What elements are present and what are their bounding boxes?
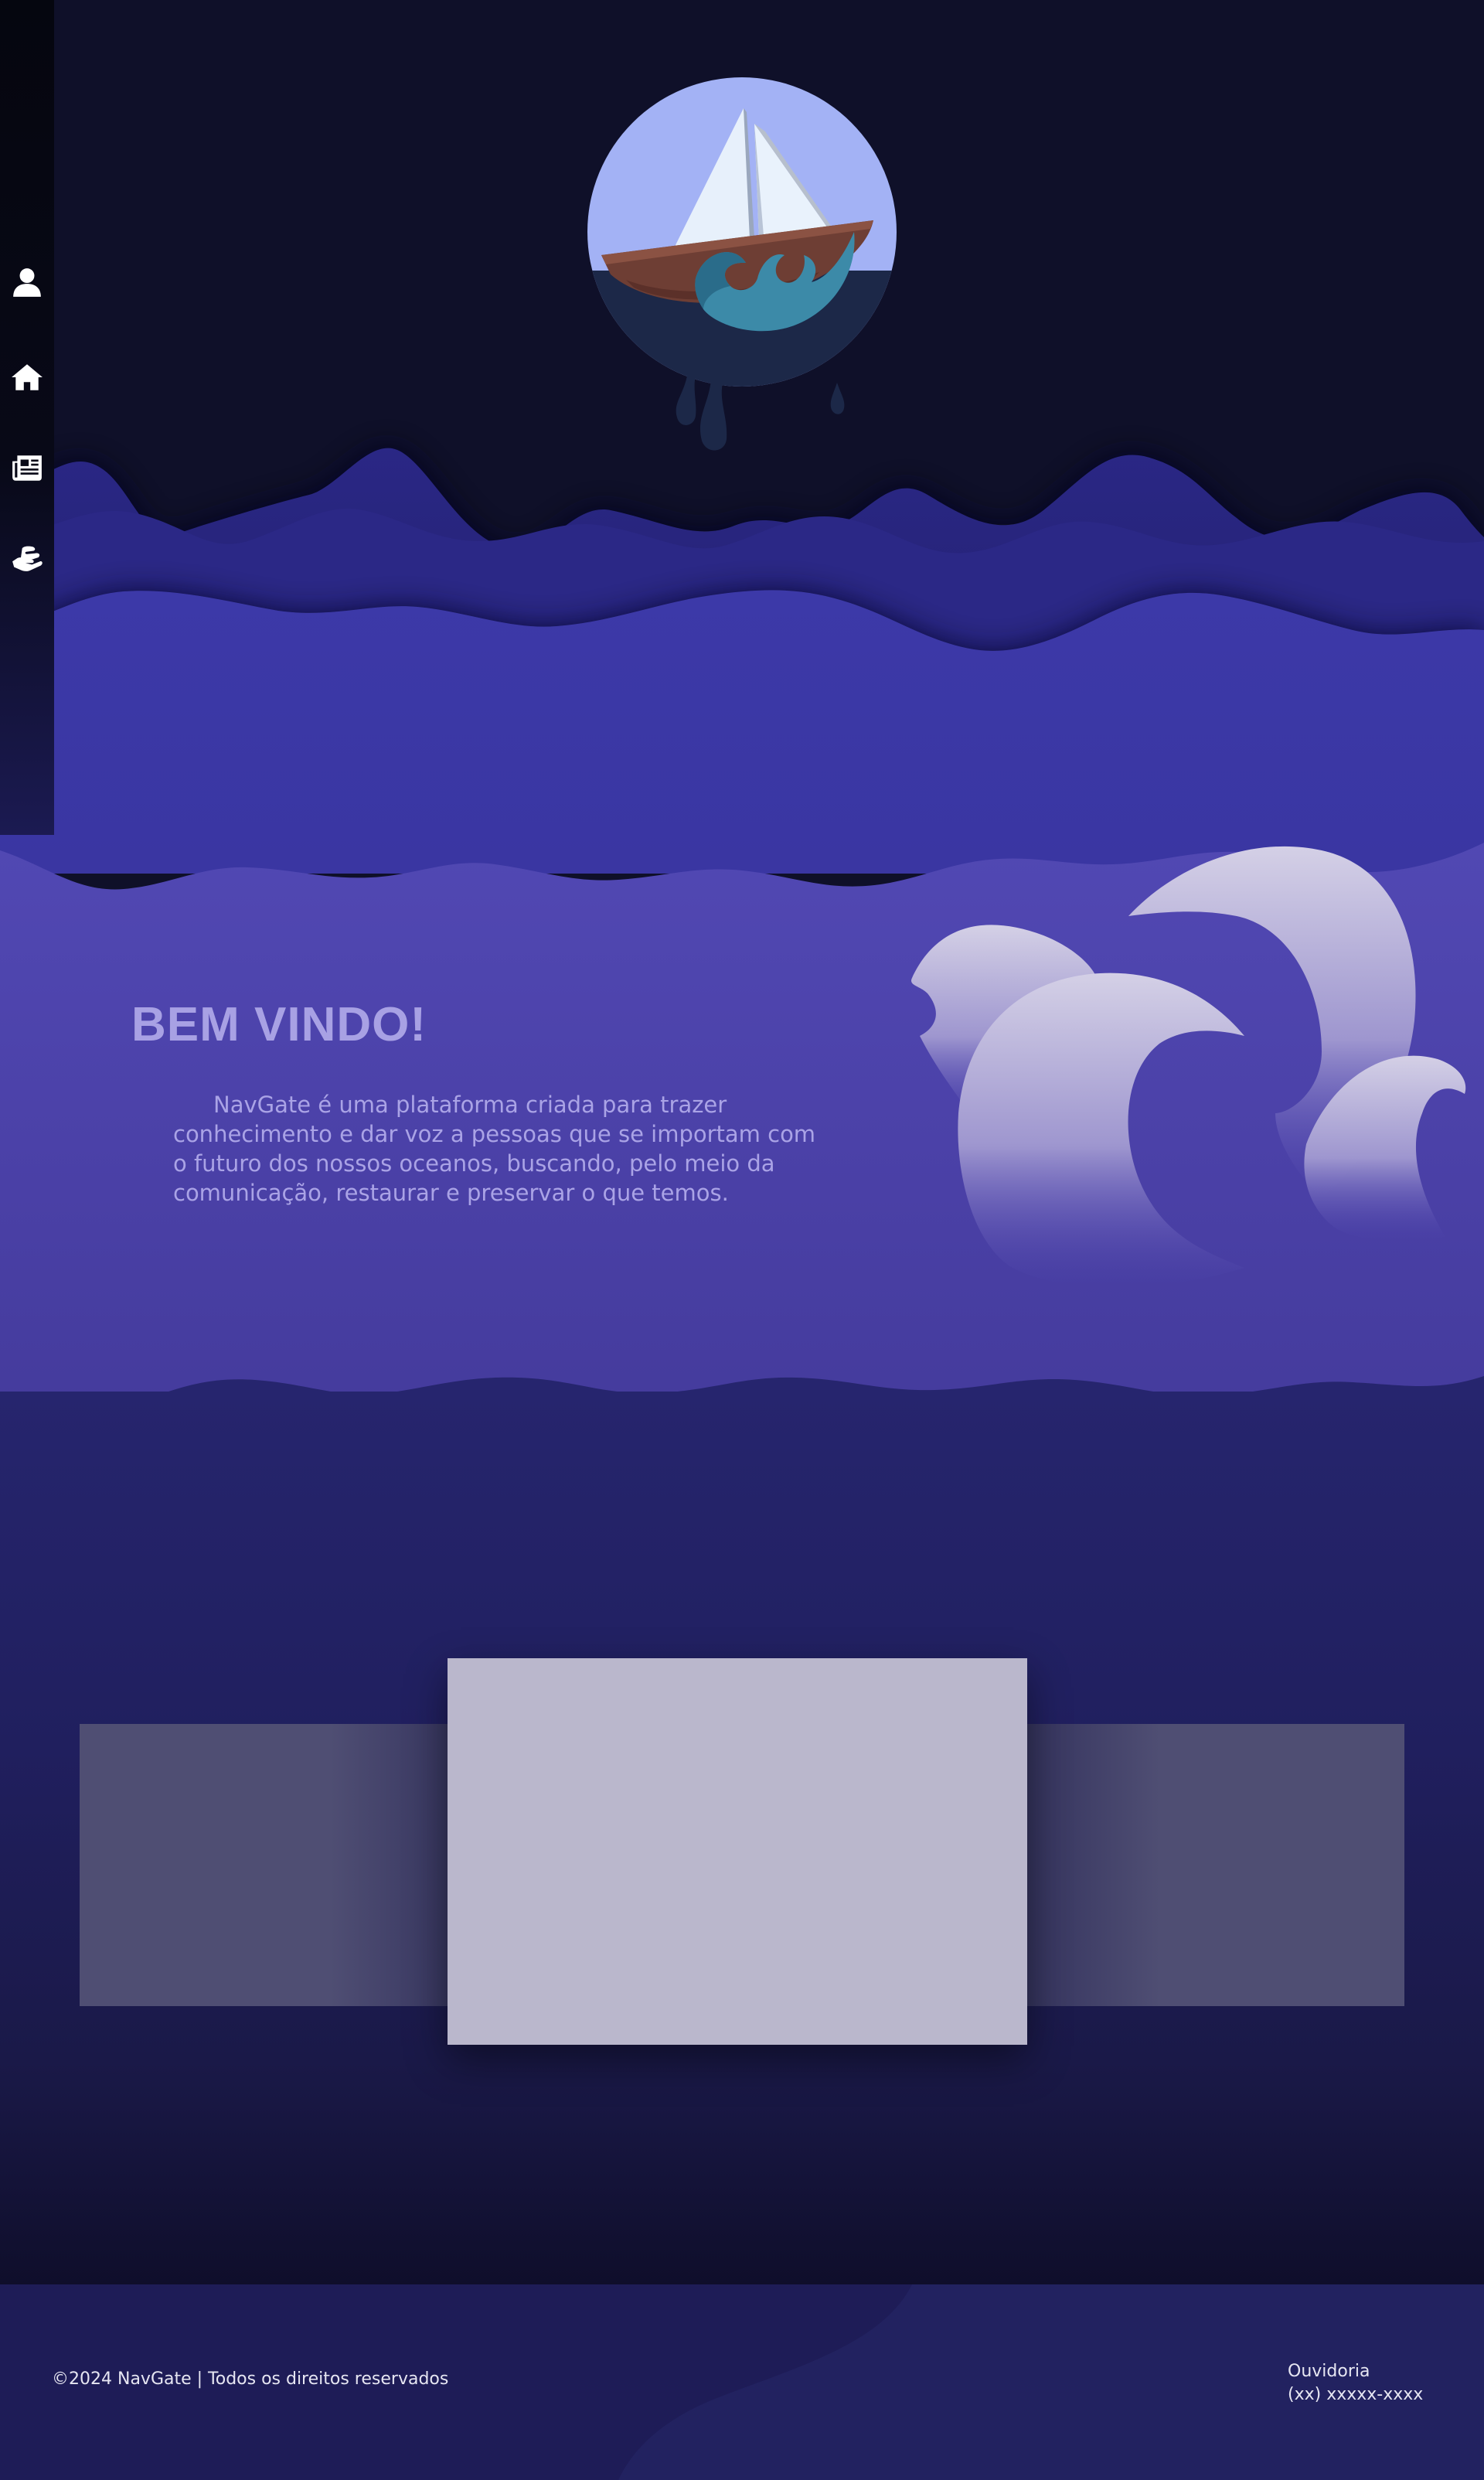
carousel-slide-right[interactable] [997, 1724, 1404, 2006]
welcome-section: BEM VINDO! NavGate é uma plataforma cria… [0, 835, 1484, 1438]
user-icon [13, 268, 41, 297]
ouvidoria-phone[interactable]: (xx) xxxxx-xxxx [1288, 2383, 1423, 2407]
footer: ©2024 NavGate | Todos os direitos reserv… [0, 2284, 1484, 2480]
sailboat-logo [580, 77, 904, 456]
home-icon [12, 364, 43, 390]
welcome-description: NavGate é uma plataforma criada para tra… [173, 1092, 816, 1206]
carousel-section [0, 1392, 1484, 2284]
hand-holding-icon [12, 546, 43, 571]
ouvidoria-contact: Ouvidoria (xx) xxxxx-xxxx [1288, 2360, 1423, 2407]
sidebar-item-profile[interactable] [0, 255, 54, 309]
ouvidoria-label: Ouvidoria [1288, 2362, 1370, 2381]
hero-section [0, 0, 1484, 874]
carousel-slide-center[interactable] [448, 1658, 1027, 2045]
welcome-title: BEM VINDO! [131, 998, 427, 1051]
sidebar-item-home[interactable] [0, 350, 54, 404]
copyright-text: ©2024 NavGate | Todos os direitos reserv… [52, 2369, 449, 2389]
carousel-slide-left[interactable] [80, 1724, 497, 2006]
sidebar-item-support[interactable] [0, 531, 54, 585]
newspaper-icon [12, 455, 42, 481]
ocean-waves-illustration [911, 846, 1466, 1289]
sidebar-item-news[interactable] [0, 441, 54, 495]
sidebar [0, 0, 54, 835]
